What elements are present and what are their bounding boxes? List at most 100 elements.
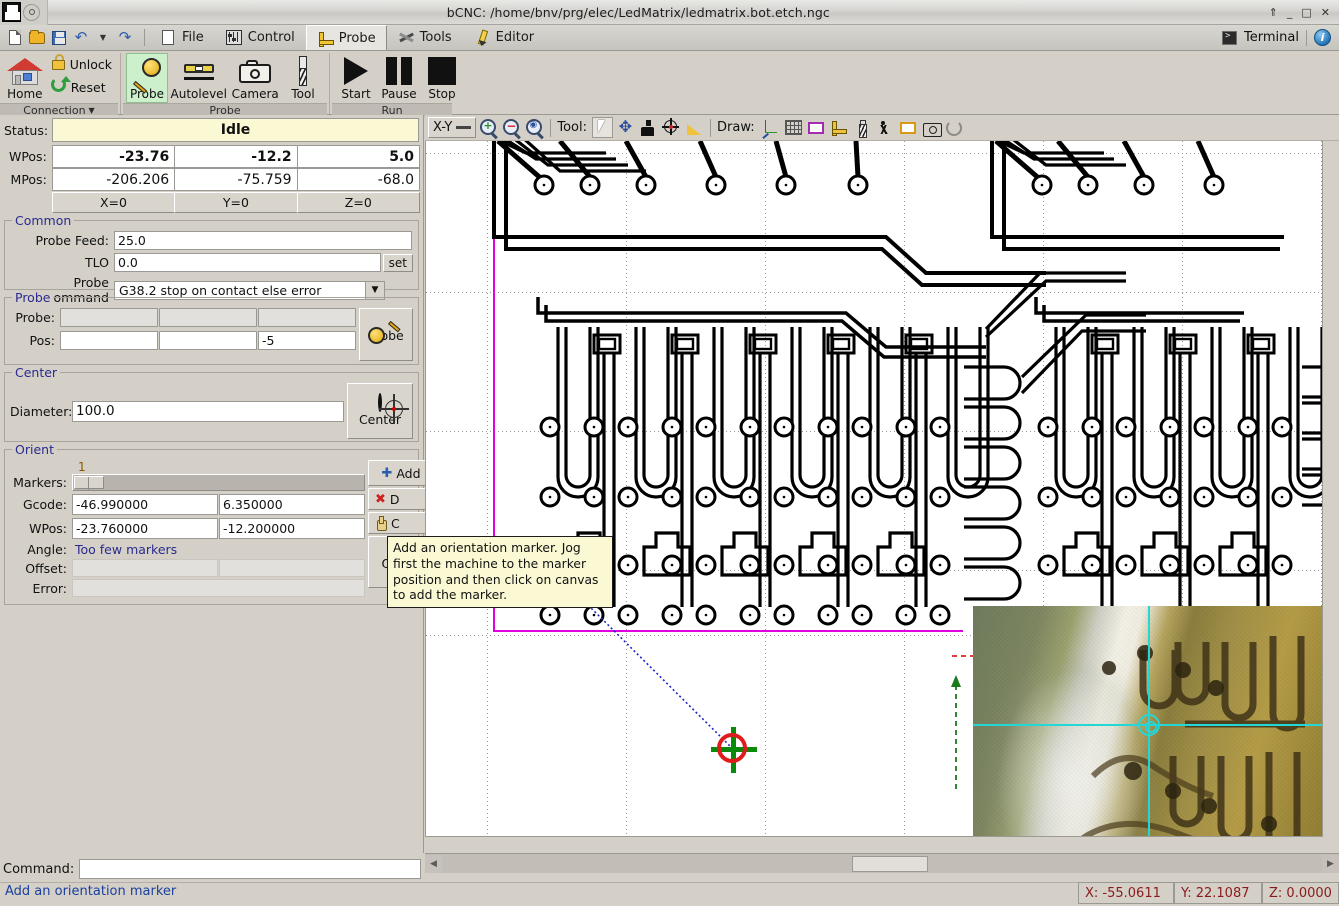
margin-rect-icon[interactable]	[806, 117, 827, 138]
plane-selector[interactable]: X-Y	[428, 117, 477, 138]
probe-pos-row: Pos: -5	[10, 331, 356, 350]
wpos-z[interactable]: 5.0	[296, 145, 420, 168]
scroll-left-icon[interactable]: ◀	[425, 854, 442, 873]
tab-control-label: Control	[247, 30, 295, 45]
pan-move-icon[interactable]: ✥	[615, 117, 636, 138]
lock-icon	[51, 54, 67, 74]
tab-probe[interactable]: Probe	[305, 25, 387, 50]
autolevel-button[interactable]: Autolevel	[169, 53, 228, 103]
origin-icon[interactable]	[638, 117, 659, 138]
close-button[interactable]: ✕	[1321, 7, 1330, 18]
command-row: Command:	[0, 856, 424, 882]
maximize-button[interactable]: □	[1301, 7, 1311, 18]
zoom-fit-icon[interactable]: ◉	[524, 117, 545, 138]
center-action-button[interactable]: Center	[347, 383, 413, 439]
orient-offset-row: Offset:	[10, 559, 365, 577]
redo-icon[interactable]: ↷	[116, 29, 134, 47]
canvas-area: X-Y + − ◉ Tool: ✥ Draw:	[425, 115, 1339, 853]
tab-control[interactable]: Control	[215, 25, 306, 50]
reset-button[interactable]: Reset	[48, 76, 115, 98]
info-icon[interactable]: i	[1314, 29, 1331, 46]
tlo-set-button[interactable]: set	[382, 253, 413, 272]
home-button[interactable]: Home	[3, 53, 47, 103]
scroll-right-icon[interactable]: ▶	[1322, 854, 1339, 873]
tab-tools[interactable]: Tools	[387, 25, 463, 50]
refresh-icon[interactable]	[944, 117, 965, 138]
tlo-input[interactable]: 0.0	[114, 253, 381, 272]
terminal-label[interactable]: Terminal	[1244, 30, 1299, 45]
start-button[interactable]: Start	[335, 53, 377, 103]
camera-button[interactable]: Camera	[229, 53, 281, 103]
zero-z-button[interactable]: Z=0	[296, 192, 420, 213]
markers-slider[interactable]	[72, 474, 365, 491]
orient-group-title: Orient	[12, 442, 57, 457]
wpos-x[interactable]: -23.76	[51, 145, 176, 168]
orient-offset-y	[219, 559, 365, 577]
probe-pos-x[interactable]	[60, 331, 158, 350]
shade-button[interactable]: ⇑	[1269, 7, 1278, 18]
probe-feed-label: Probe Feed:	[35, 233, 109, 248]
orient-gcode-y[interactable]: 6.350000	[219, 494, 365, 515]
orient-error-row: Error:	[10, 579, 365, 597]
ribbon-group-connection: Home Unlock Reset Connection ▼	[0, 51, 118, 117]
ruler-icon[interactable]	[829, 117, 850, 138]
tool-button[interactable]: Tool	[282, 53, 324, 103]
hscroll-track[interactable]	[442, 855, 1322, 873]
zero-y-button[interactable]: Y=0	[174, 192, 298, 213]
terminal-icon[interactable]	[1222, 30, 1238, 45]
status-row: Status: Idle	[0, 115, 423, 143]
ruler-icon	[317, 30, 334, 47]
probe-pos-z[interactable]: -5	[258, 331, 356, 350]
axes-icon[interactable]	[760, 117, 781, 139]
probe-button[interactable]: Probe	[126, 53, 168, 103]
chevron-down-icon[interactable]: ▼	[365, 281, 384, 299]
tab-editor-label: Editor	[495, 30, 535, 45]
undo-icon[interactable]: ↶	[72, 29, 90, 47]
canvas-hscrollbar[interactable]: ◀ ▶	[425, 853, 1339, 873]
workarea-rect-icon[interactable]	[898, 117, 919, 138]
probe-action-button[interactable]: Probe	[359, 308, 413, 361]
orient-wpos-x[interactable]: -23.760000	[72, 518, 218, 539]
unlock-button[interactable]: Unlock	[48, 53, 115, 75]
probe-pos-y[interactable]	[159, 331, 257, 350]
undo-dropdown-icon[interactable]: ▼	[94, 29, 112, 47]
hscroll-thumb[interactable]	[852, 855, 928, 872]
plane-indicator-icon	[456, 126, 472, 129]
start-label: Start	[341, 87, 371, 101]
camera-icon[interactable]	[921, 117, 942, 138]
gcode-canvas[interactable]	[425, 141, 1323, 837]
save-file-icon[interactable]	[50, 29, 68, 47]
probe-feed-input[interactable]: 25.0	[114, 231, 412, 250]
pause-button[interactable]: Pause	[378, 53, 420, 103]
probe-group: Probe Probe: Pos: -5 Probe	[4, 290, 419, 365]
stop-button[interactable]: Stop	[421, 53, 463, 103]
minimize-button[interactable]: _	[1287, 7, 1293, 18]
orient-gcode-x[interactable]: -46.990000	[72, 494, 218, 515]
select-arrow-icon[interactable]	[592, 117, 613, 138]
tab-editor[interactable]: Editor	[463, 25, 545, 50]
wpos-y[interactable]: -12.2	[174, 145, 298, 168]
markers-label: Markers:	[13, 475, 67, 490]
runner-icon[interactable]	[875, 117, 896, 138]
crosshair-icon[interactable]	[661, 117, 682, 138]
new-file-icon[interactable]	[6, 29, 24, 47]
zero-x-button[interactable]: X=0	[51, 192, 176, 213]
status-message: Add an orientation marker	[5, 884, 177, 899]
orient-wpos-y[interactable]: -12.200000	[219, 518, 365, 539]
diameter-input[interactable]: 100.0	[72, 400, 344, 422]
mpos-row: MPos: -206.206 -75.759 -68.0	[0, 168, 423, 191]
zoom-in-icon[interactable]: +	[478, 117, 499, 138]
toolbar-divider	[144, 29, 145, 46]
command-input[interactable]	[79, 859, 421, 879]
ruler-angle-icon[interactable]	[684, 117, 705, 138]
open-file-icon[interactable]	[28, 29, 46, 47]
delete-marker-label: D	[389, 491, 400, 507]
zoom-out-icon[interactable]: −	[501, 117, 522, 138]
endmill-path-icon[interactable]	[852, 117, 873, 138]
plane-label: X-Y	[433, 120, 453, 135]
grid-icon[interactable]	[783, 117, 804, 138]
tab-file[interactable]: File	[149, 25, 215, 50]
window-controls: ⇑ _ □ ✕	[1269, 7, 1339, 18]
ribbon-group-run: Start Pause Stop Run	[332, 51, 456, 117]
orient-angle-row: Angle: Too few markers	[10, 542, 365, 557]
